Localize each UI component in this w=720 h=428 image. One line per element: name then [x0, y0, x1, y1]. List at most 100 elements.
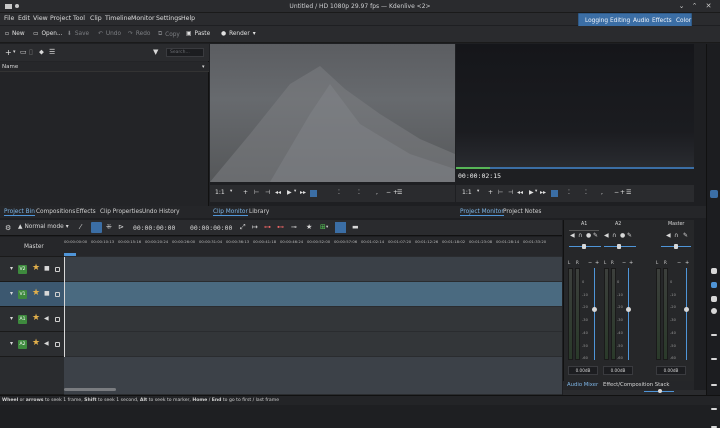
track-label-a2[interactable]: A2 — [18, 340, 27, 349]
headphones-icon[interactable]: ∩ — [674, 232, 678, 239]
camera-icon[interactable]: ■ — [44, 290, 50, 297]
edit-mode-select[interactable]: ▲ Normal mode ▾ — [18, 224, 69, 230]
close-icon[interactable]: ✕ — [704, 2, 713, 11]
star-icon[interactable]: ★ — [32, 313, 40, 323]
speaker-icon[interactable]: ◀ — [604, 232, 609, 239]
column-name[interactable]: Name — [2, 64, 18, 70]
timeline-ruler[interactable]: 00:00:00:00 00:00:10:13 00:00:15:16 00:0… — [64, 237, 562, 257]
undo-button[interactable]: ↶ Undo — [98, 31, 121, 37]
tab-effects[interactable]: Effects — [76, 209, 96, 215]
track-a2[interactable] — [64, 332, 562, 357]
tab-library[interactable]: Library — [249, 209, 269, 215]
tag-icon[interactable]: ⬥ — [39, 48, 44, 57]
timeline-timecode[interactable]: 00:00:00:00 — [133, 224, 175, 232]
speaker-icon[interactable]: ◀ — [666, 232, 671, 239]
chevron-down-icon[interactable]: ▾ — [477, 189, 479, 194]
delete-icon[interactable]: ▯ — [29, 48, 33, 56]
new-button[interactable]: ▫ New — [5, 31, 25, 37]
minus-icon[interactable]: − — [677, 260, 681, 266]
timeline-zoom-handle[interactable] — [658, 389, 662, 393]
spacer-tool-icon[interactable]: ⁜ — [106, 223, 112, 231]
speaker-icon[interactable]: ◀ — [44, 315, 49, 322]
layout-editing[interactable]: Editing — [610, 18, 630, 24]
chevron-down-icon[interactable]: ▾ — [10, 315, 13, 322]
speaker-icon[interactable]: ◀ — [44, 340, 49, 347]
menu-view[interactable]: View — [33, 15, 48, 22]
headphones-icon[interactable]: ∩ — [612, 232, 616, 239]
pan-handle-master[interactable] — [674, 244, 678, 249]
record-icon[interactable]: ● — [586, 232, 591, 239]
paste-button[interactable]: ▣ Paste — [186, 31, 210, 37]
forward-icon[interactable]: ▸▸ — [540, 189, 546, 196]
split-view-icon[interactable] — [335, 222, 346, 233]
effects-icon[interactable] — [711, 282, 717, 288]
chevron-down-icon[interactable]: ▾ — [13, 49, 16, 55]
minimize-icon[interactable]: ⌄ — [677, 2, 686, 11]
subtitle-icon[interactable]: ▬ — [352, 223, 359, 231]
copy-button[interactable]: ⧉ Copy — [158, 31, 180, 38]
clip-zoom-label[interactable]: 1:1 — [215, 189, 225, 196]
options-icon[interactable]: ⁚ — [585, 189, 587, 196]
menu-file[interactable]: File — [4, 15, 14, 22]
layout-color[interactable]: Color — [676, 18, 691, 24]
chevron-down-icon[interactable]: ▾ — [10, 290, 13, 297]
zoom-in-icon[interactable]: + — [620, 189, 625, 196]
menu-project[interactable]: Project — [50, 15, 71, 22]
volume-fader-a2[interactable] — [628, 268, 629, 360]
menu-edit[interactable]: Edit — [18, 15, 30, 22]
pan-handle-a1[interactable] — [582, 244, 586, 249]
render-button[interactable]: ● Render ▾ — [221, 31, 256, 37]
headphones-icon[interactable]: ∩ — [578, 232, 582, 239]
audio-icon[interactable]: ⁚ — [568, 189, 570, 196]
insert-icon[interactable]: ↦ — [252, 223, 258, 231]
edit-icon[interactable]: ✎ — [683, 232, 688, 239]
chevron-down-icon[interactable]: ▾ — [230, 189, 232, 194]
razor-tool-icon[interactable]: ⁄ — [80, 223, 81, 231]
project-zoom-label[interactable]: 1:1 — [462, 189, 472, 196]
tab-effect-stack[interactable]: Effect/Composition Stack — [603, 382, 669, 388]
zone-marker[interactable] — [64, 253, 76, 256]
track-label-v2[interactable]: V2 — [18, 265, 27, 274]
edit-icon[interactable]: ✎ — [593, 232, 598, 239]
star-icon[interactable]: ★ — [32, 263, 40, 273]
tab-project-bin[interactable]: Project Bin — [4, 209, 35, 216]
track-label-v1[interactable]: V1 — [18, 290, 27, 299]
maximize-icon[interactable]: ⌃ — [690, 2, 699, 11]
filter-icon[interactable]: ▼ — [153, 48, 158, 56]
audio-icon[interactable]: ⁚ — [338, 189, 340, 196]
set-out-icon[interactable]: ⊣ — [508, 189, 513, 196]
menu-timeline[interactable]: Timeline — [105, 15, 131, 22]
track-v1[interactable] — [64, 282, 562, 307]
tab-clip-monitor[interactable]: Clip Monitor — [213, 209, 248, 216]
screen-icon[interactable] — [711, 296, 717, 302]
chevron-down-icon[interactable]: ▾ — [535, 189, 537, 194]
folder-add-icon[interactable]: ▭ — [20, 48, 27, 56]
menu-icon[interactable]: ☰ — [626, 189, 631, 196]
chevron-down-icon[interactable]: ▾ — [294, 189, 296, 194]
lock-icon[interactable] — [55, 317, 60, 322]
edit-icon[interactable]: ✎ — [627, 232, 632, 239]
lock-icon[interactable] — [55, 267, 60, 272]
marker-icon[interactable]: , — [601, 189, 603, 196]
volume-handle-master[interactable] — [684, 307, 689, 312]
volume-fader-master[interactable] — [686, 268, 687, 360]
overwrite-icon[interactable]: ⊶ — [264, 223, 271, 231]
track-a1[interactable] — [64, 307, 562, 332]
pan-handle-a2[interactable] — [617, 244, 621, 249]
chevron-down-icon[interactable]: ▾ — [202, 64, 205, 70]
gear-icon[interactable]: ⚙ — [5, 224, 11, 232]
timecode-display[interactable]: 00:00:02:15 — [456, 169, 546, 182]
rewind-icon[interactable]: ◂◂ — [275, 189, 281, 196]
rewind-icon[interactable]: ◂◂ — [517, 189, 523, 196]
playhead[interactable] — [64, 257, 65, 357]
camera-icon[interactable] — [711, 268, 717, 274]
set-out-icon[interactable]: ⊣ — [265, 189, 270, 196]
chevron-down-icon[interactable]: ▾ — [10, 265, 13, 272]
fit-zoom-icon[interactable]: ⤢ — [240, 223, 246, 232]
menu-settings[interactable]: Settings — [156, 15, 181, 22]
selection-tool-icon[interactable] — [91, 222, 102, 233]
lift-icon[interactable]: ⊷ — [277, 223, 284, 231]
volume-value-master[interactable]: 0.00dB — [656, 366, 686, 375]
chevron-down-icon[interactable]: ▾ — [326, 225, 328, 230]
minus-icon[interactable]: − — [588, 260, 592, 266]
